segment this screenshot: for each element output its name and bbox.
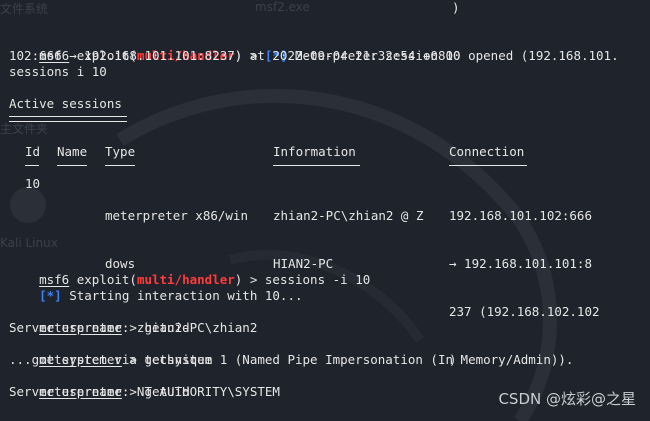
meterpreter-command: meterpreter > getuid	[39, 384, 190, 399]
header-name: Name	[57, 144, 88, 159]
meterpreter-command: meterpreter > getuid	[39, 320, 190, 335]
session-opened-line: msf6 exploit(multi/handler) > [*] Meterp…	[39, 48, 619, 63]
info-marker: [*]	[39, 288, 62, 303]
header-id: Id	[25, 144, 41, 159]
meterpreter-output: ...got system via technique 1 (Named Pip…	[9, 352, 574, 367]
active-sessions-title: Active sessions	[9, 96, 122, 111]
top-fragment: )	[452, 0, 460, 15]
header-type: Type	[105, 144, 136, 159]
header-connection-rule	[449, 165, 527, 166]
desktop-label-home: 主文件夹	[0, 122, 49, 136]
session-opened-line-cont: 102:666 → 192.168.101.101:8237) at 2022-…	[9, 48, 461, 63]
header-information-rule	[273, 165, 360, 166]
sessions-interact-command: msf6 exploit(multi/handler) > sessions -…	[39, 272, 371, 287]
csdn-watermark: CSDN @炫彩@之星	[498, 390, 636, 408]
header-type-rule	[105, 165, 135, 166]
meterpreter-output: Server username: zhian2-PC\zhian2	[9, 320, 258, 335]
session-id: 10	[25, 176, 41, 191]
desktop-label-file: msf2.exe	[255, 0, 310, 14]
header-id-rule	[25, 165, 39, 166]
meterpreter-command: meterpreter > getsystem	[39, 352, 213, 367]
sessions-command-line: sessions i 10	[9, 64, 107, 79]
title-underline	[9, 116, 127, 122]
header-name-rule	[57, 165, 87, 166]
header-connection: Connection	[449, 144, 525, 159]
desktop-label-filesystem: 文件系统	[0, 2, 49, 16]
meterpreter-output: Server username: NT AUTHORITY\SYSTEM	[9, 384, 280, 399]
desktop-label-kali: Kali Linux	[0, 236, 58, 250]
starting-interaction-line: [*] Starting interaction with 10...	[39, 288, 303, 303]
header-information: Information	[273, 144, 356, 159]
